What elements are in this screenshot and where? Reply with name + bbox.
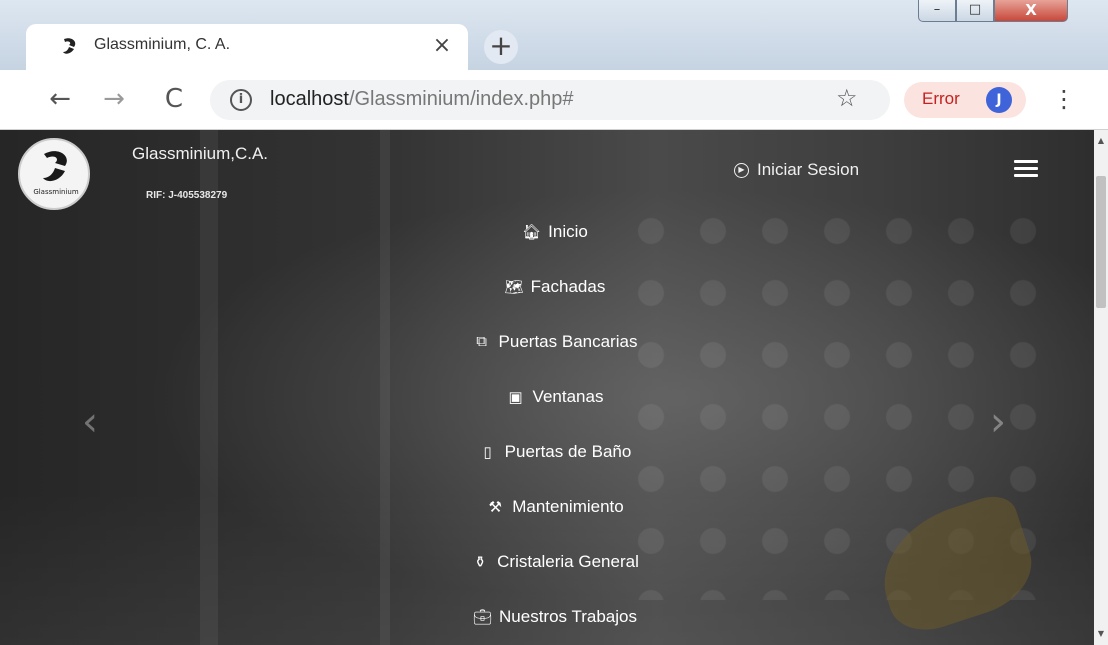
forward-arrow-icon[interactable]: → — [98, 84, 130, 114]
nav-item-label: Puertas Bancarias — [498, 331, 638, 351]
hamburger-menu-icon[interactable] — [1014, 160, 1038, 178]
browser-toolbar: ← → C i localhost/Glassminium/index.php#… — [0, 70, 1108, 130]
browser-titlebar: Glassminium, C. A. × + – □ X — [0, 0, 1108, 70]
nav-item-label: Cristaleria General — [497, 551, 639, 571]
glassminium-logo-icon — [43, 151, 67, 182]
scrollbar-thumb[interactable] — [1096, 176, 1106, 308]
nav-item-puertas-bancarias[interactable]: ⧉ Puertas Bancarias — [300, 314, 810, 369]
nav-item-puertas-de-bano[interactable]: ▯ Puertas de Baño — [300, 424, 810, 479]
window-controls: – □ X — [918, 0, 1088, 24]
nav-item-cristaleria-general[interactable]: ⚱ Cristaleria General — [300, 534, 810, 589]
copy-icon: ⧉ — [476, 333, 487, 350]
main-nav-menu: 🏠︎ Inicio 🗺︎ Fachadas ⧉ Puertas Bancaria… — [300, 204, 810, 644]
tab-title: Glassminium, C. A. — [94, 36, 231, 53]
briefcase-icon: 💼︎ — [473, 608, 493, 626]
close-window-button[interactable]: X — [994, 0, 1068, 22]
rif-number: RIF: J-405538279 — [146, 190, 228, 201]
login-icon: ▶ — [734, 162, 749, 178]
maximize-button[interactable]: □ — [956, 0, 994, 22]
nav-item-nuestros-trabajos[interactable]: 💼︎ Nuestros Trabajos — [300, 589, 810, 644]
home-icon: 🏠︎ — [522, 223, 542, 241]
reload-icon[interactable]: C — [158, 84, 190, 114]
nav-item-label: Puertas de Baño — [504, 441, 632, 461]
profile-avatar: J — [986, 87, 1012, 113]
url-path: /Glassminium/index.php# — [348, 88, 574, 110]
back-arrow-icon[interactable]: ← — [44, 84, 76, 114]
carousel-next-icon[interactable]: › — [990, 402, 1006, 442]
nav-item-inicio[interactable]: 🏠︎ Inicio — [300, 204, 810, 259]
tools-icon: ⚒ — [488, 498, 502, 516]
nav-item-label: Fachadas — [530, 276, 606, 296]
url-host: localhost — [270, 88, 349, 110]
url-text[interactable]: localhost/Glassminium/index.php# — [270, 88, 574, 111]
new-tab-button[interactable]: + — [484, 30, 518, 64]
minimize-button[interactable]: – — [918, 0, 956, 22]
bookmark-star-icon[interactable]: ☆ — [836, 84, 858, 112]
nav-item-label: Nuestros Trabajos — [499, 606, 637, 626]
profile-error-button[interactable]: Error J — [904, 82, 1026, 118]
nav-item-ventanas[interactable]: ▣ Ventanas — [300, 369, 810, 424]
glass-icon: ⚱ — [473, 553, 487, 571]
nav-item-label: Mantenimiento — [512, 496, 624, 516]
nav-item-label: Inicio — [548, 221, 588, 241]
glassminium-favicon-icon — [63, 38, 76, 54]
carousel-prev-icon[interactable]: ‹ — [82, 402, 98, 442]
tab-close-icon[interactable]: × — [430, 32, 454, 60]
login-label: Iniciar Sesion — [757, 160, 860, 179]
page-scrollbar[interactable]: ▲ ▼ — [1094, 130, 1108, 645]
brand-name: Glassminium,C.A. — [132, 144, 269, 163]
error-label: Error — [922, 89, 960, 108]
address-bar[interactable]: i localhost/Glassminium/index.php# ☆ — [210, 80, 890, 120]
map-icon: 🗺︎ — [504, 278, 524, 296]
scroll-up-icon[interactable]: ▲ — [1094, 134, 1108, 148]
site-logo[interactable]: Glassminium — [18, 138, 90, 210]
nav-item-mantenimiento[interactable]: ⚒ Mantenimiento — [300, 479, 810, 534]
window-icon: ▣ — [508, 388, 523, 406]
site-info-icon[interactable]: i — [230, 89, 252, 111]
nav-item-label: Ventanas — [532, 386, 604, 406]
nav-item-fachadas[interactable]: 🗺︎ Fachadas — [300, 259, 810, 314]
door-icon: ▯ — [483, 443, 492, 461]
page-viewport: ‹ › Glassminium Glassminium,C.A. RIF: J-… — [0, 130, 1094, 645]
login-link[interactable]: ▶ Iniciar Sesion — [734, 160, 859, 180]
scroll-down-icon[interactable]: ▼ — [1094, 627, 1108, 641]
browser-menu-icon[interactable]: ⋮ — [1052, 84, 1076, 114]
logo-wordmark: Glassminium — [33, 188, 79, 196]
browser-tab[interactable]: Glassminium, C. A. × — [26, 24, 468, 70]
